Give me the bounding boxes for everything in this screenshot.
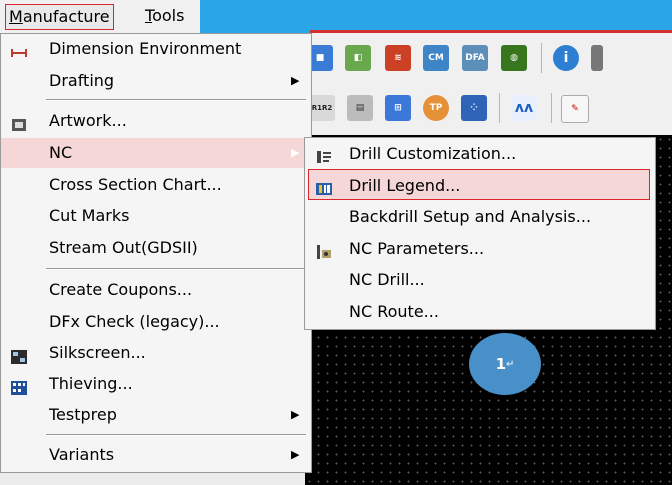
menu-item-label: Artwork... bbox=[49, 111, 127, 130]
submenu-item-label: NC Route... bbox=[349, 302, 439, 321]
manufacture-menu: Dimension Environment Drafting ▶ Artwork… bbox=[0, 33, 312, 473]
submenu-item-label: Drill Legend... bbox=[349, 176, 461, 195]
menu-item-testprep[interactable]: Testprep ▶ bbox=[1, 400, 311, 430]
toolbar-separator bbox=[541, 43, 542, 73]
refdes-icon-label: R1R2 bbox=[311, 104, 333, 112]
submenu-arrow-icon: ▶ bbox=[291, 146, 300, 159]
menu-item-drafting[interactable]: Drafting ▶ bbox=[1, 66, 311, 96]
submenu-item-drill-customization[interactable]: Drill Customization... bbox=[305, 138, 655, 169]
info-icon[interactable]: i bbox=[553, 45, 579, 71]
menu-item-artwork[interactable]: Artwork... bbox=[1, 106, 311, 136]
submenu-arrow-icon: ▶ bbox=[291, 448, 300, 461]
menu-item-label: Silkscreen... bbox=[49, 343, 146, 362]
marker-glyph: ↵ bbox=[506, 358, 515, 370]
menu-manufacture-label-rest: anufacture bbox=[22, 7, 110, 26]
menu-separator bbox=[46, 434, 306, 436]
nc-submenu: Drill Customization... Drill Legend... B… bbox=[304, 137, 656, 330]
submenu-item-label: Backdrill Setup and Analysis... bbox=[349, 207, 592, 226]
submenu-arrow-icon: ▶ bbox=[291, 408, 300, 421]
menu-separator bbox=[46, 99, 306, 101]
menu-manufacture[interactable]: Manufacture bbox=[5, 4, 114, 30]
menu-item-nc[interactable]: NC ▶ bbox=[1, 138, 311, 168]
submenu-item-label: Drill Customization... bbox=[349, 144, 517, 163]
net-icon[interactable]: ʌʌ bbox=[511, 95, 537, 121]
menu-item-label: Stream Out(GDSII) bbox=[49, 238, 198, 257]
nc-parameters-icon bbox=[315, 240, 333, 259]
array-icon[interactable]: ⁘ bbox=[461, 95, 487, 121]
menu-item-dimension-environment[interactable]: Dimension Environment bbox=[1, 34, 311, 64]
dimension-icon bbox=[10, 41, 28, 57]
doc-icon[interactable]: ✎ bbox=[561, 95, 589, 123]
menu-item-thieving[interactable]: Thieving... bbox=[1, 369, 311, 399]
cm-icon[interactable]: CM bbox=[423, 45, 449, 71]
dfa-icon[interactable]: DFA bbox=[462, 45, 488, 71]
globe-icon[interactable]: ◍ bbox=[501, 45, 527, 71]
silkscreen-icon bbox=[10, 345, 28, 364]
menu-item-label: Testprep bbox=[49, 405, 117, 424]
matrix-icon[interactable]: ⊞ bbox=[385, 95, 411, 121]
menu-item-label: Cut Marks bbox=[49, 206, 130, 225]
menu-item-cut-marks[interactable]: Cut Marks bbox=[1, 201, 311, 231]
submenu-item-label: NC Drill... bbox=[349, 270, 425, 289]
toolbar-row-1: ■ ◧ ≋ CM DFA ◍ i bbox=[305, 33, 672, 85]
route-icon[interactable]: ≋ bbox=[385, 45, 411, 71]
thieving-icon bbox=[10, 376, 28, 395]
toolbar-separator bbox=[551, 93, 552, 123]
menu-item-label: Drafting bbox=[49, 71, 115, 90]
tp-icon[interactable]: TP bbox=[423, 95, 449, 121]
submenu-arrow-icon: ▶ bbox=[291, 74, 300, 87]
refdes-icon[interactable]: R1R2 bbox=[309, 95, 335, 121]
menu-item-silkscreen[interactable]: Silkscreen... bbox=[1, 338, 311, 368]
menu-separator bbox=[46, 268, 306, 270]
menu-item-dfx-check[interactable]: DFx Check (legacy)... bbox=[1, 307, 311, 337]
submenu-item-nc-route[interactable]: NC Route... bbox=[305, 296, 655, 327]
step-marker: 1 ↵ bbox=[469, 333, 541, 395]
menu-item-variants[interactable]: Variants ▶ bbox=[1, 440, 311, 470]
menu-item-label: Create Coupons... bbox=[49, 280, 193, 299]
toolbar-separator bbox=[499, 93, 500, 123]
submenu-item-backdrill-setup[interactable]: Backdrill Setup and Analysis... bbox=[305, 201, 655, 232]
artwork-icon bbox=[10, 113, 28, 131]
submenu-item-nc-parameters[interactable]: NC Parameters... bbox=[305, 233, 655, 264]
menu-item-cross-section-chart[interactable]: Cross Section Chart... bbox=[1, 170, 311, 200]
step-marker-label: 1 bbox=[495, 355, 507, 373]
menu-item-label: NC bbox=[49, 143, 73, 162]
symbol-icon[interactable]: ▤ bbox=[347, 95, 373, 121]
submenu-item-drill-legend[interactable]: Drill Legend... bbox=[308, 169, 650, 200]
submenu-item-label: NC Parameters... bbox=[349, 239, 485, 258]
menu-item-stream-out[interactable]: Stream Out(GDSII) bbox=[1, 233, 311, 263]
submenu-item-nc-drill[interactable]: NC Drill... bbox=[305, 264, 655, 295]
menu-item-label: Dimension Environment bbox=[49, 39, 242, 58]
menu-item-label: DFx Check (legacy)... bbox=[49, 312, 220, 331]
drill-customization-icon bbox=[315, 145, 333, 163]
menu-item-create-coupons[interactable]: Create Coupons... bbox=[1, 275, 311, 305]
drill-legend-icon bbox=[315, 177, 333, 195]
menu-item-label: Thieving... bbox=[49, 374, 133, 393]
component-icon[interactable]: ◧ bbox=[345, 45, 371, 71]
menu-tools-label-rest: ools bbox=[152, 6, 185, 25]
title-area bbox=[200, 0, 672, 33]
menu-item-label: Cross Section Chart... bbox=[49, 175, 222, 194]
toolbar-row-2: R1R2 ▤ ⊞ TP ⁘ ʌʌ ✎ bbox=[305, 85, 672, 135]
menu-tools[interactable]: Tools bbox=[142, 4, 187, 28]
menu-item-label: Variants bbox=[49, 445, 115, 464]
more-icon[interactable] bbox=[591, 45, 603, 71]
